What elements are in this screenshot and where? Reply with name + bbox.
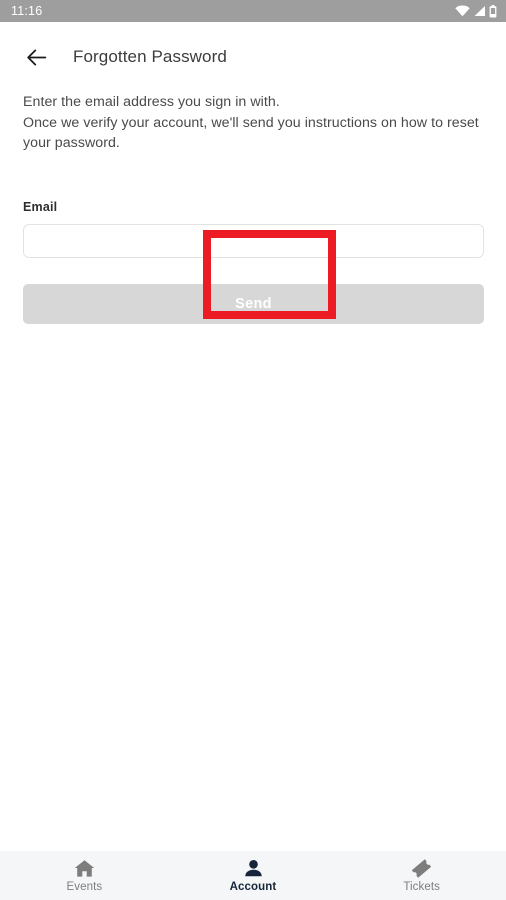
instructions-line-1: Enter the email address you sign in with…	[23, 94, 280, 110]
back-button[interactable]	[14, 35, 58, 79]
nav-item-account[interactable]: Account	[169, 851, 338, 900]
email-field-label: Email	[23, 199, 58, 214]
nav-label-tickets: Tickets	[403, 881, 441, 893]
instructions-text: Enter the email address you sign in with…	[23, 92, 483, 154]
page-title: Forgotten Password	[73, 47, 227, 66]
battery-icon	[489, 4, 497, 18]
bottom-navigation-bar: Events Account Tickets	[0, 851, 506, 900]
status-bar: 11:16	[0, 0, 506, 22]
nav-item-tickets[interactable]: Tickets	[337, 851, 506, 900]
instructions-line-2: Once we verify your account, we'll send …	[23, 114, 479, 131]
instructions-line-3: your password.	[23, 135, 120, 151]
main-content: Enter the email address you sign in with…	[0, 92, 506, 324]
nav-label-account: Account	[229, 881, 277, 893]
arrow-left-icon	[26, 48, 47, 67]
app-bar: Forgotten Password	[0, 22, 506, 92]
status-bar-icons	[455, 4, 497, 18]
ticket-icon	[411, 858, 432, 878]
nav-item-events[interactable]: Events	[0, 851, 169, 900]
status-bar-clock: 11:16	[11, 4, 43, 18]
send-button[interactable]: Send	[23, 283, 484, 324]
app-screen: 11:16 Forgotten Password Enter the email…	[0, 0, 506, 900]
nav-label-events: Events	[66, 881, 103, 893]
email-input[interactable]	[23, 223, 484, 258]
home-icon	[74, 858, 95, 878]
person-icon	[243, 858, 264, 878]
wifi-icon	[455, 5, 470, 17]
signal-icon	[473, 5, 486, 17]
